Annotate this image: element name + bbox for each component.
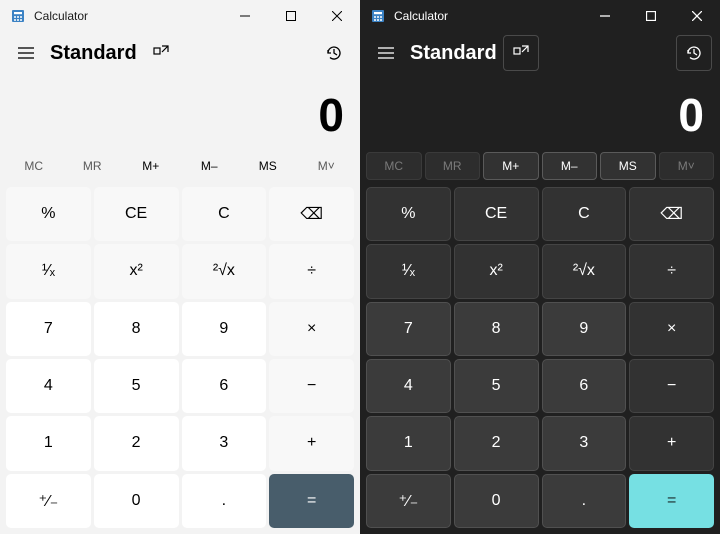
decimal-button[interactable]: . <box>182 474 267 528</box>
digit-0-button[interactable]: 0 <box>454 474 539 528</box>
reciprocal-button[interactable]: ¹∕ₓ <box>6 244 91 298</box>
negate-button[interactable]: ⁺∕₋ <box>6 474 91 528</box>
backspace-button[interactable]: ⌫ <box>269 187 354 241</box>
digit-2-button[interactable]: 2 <box>454 416 539 470</box>
memory-store-button[interactable]: MS <box>600 152 656 180</box>
digit-7-button[interactable]: 7 <box>6 302 91 356</box>
digit-1-button[interactable]: 1 <box>366 416 451 470</box>
square-button[interactable]: x² <box>94 244 179 298</box>
subtract-button[interactable]: − <box>629 359 714 413</box>
keypad: % CE C ⌫ ¹∕ₓ x² ²√x ÷ 7 8 9 × 4 5 6 − 1 … <box>360 184 720 534</box>
memory-store-button[interactable]: MS <box>240 152 296 180</box>
digit-6-button[interactable]: 6 <box>542 359 627 413</box>
equals-button[interactable]: = <box>629 474 714 528</box>
digit-8-button[interactable]: 8 <box>454 302 539 356</box>
decimal-button[interactable]: . <box>542 474 627 528</box>
memory-row: MC MR M+ M– MS M˅ <box>0 148 360 184</box>
digit-8-button[interactable]: 8 <box>94 302 179 356</box>
clear-entry-button[interactable]: CE <box>94 187 179 241</box>
divide-button[interactable]: ÷ <box>269 244 354 298</box>
square-root-button[interactable]: ²√x <box>542 244 627 298</box>
memory-subtract-button[interactable]: M– <box>542 152 598 180</box>
memory-row: MC MR M+ M– MS M˅ <box>360 148 720 184</box>
keypad: % CE C ⌫ ¹∕ₓ x² ²√x ÷ 7 8 9 × 4 5 6 − 1 … <box>0 184 360 534</box>
memory-clear-button[interactable]: MC <box>366 152 422 180</box>
digit-4-button[interactable]: 4 <box>6 359 91 413</box>
memory-recall-button[interactable]: MR <box>425 152 481 180</box>
calculator-window-dark: Calculator Standard 0 MC MR M+ M– MS M˅ … <box>360 0 720 534</box>
history-button[interactable] <box>676 35 712 71</box>
add-button[interactable]: + <box>629 416 714 470</box>
digit-4-button[interactable]: 4 <box>366 359 451 413</box>
digit-9-button[interactable]: 9 <box>182 302 267 356</box>
calculator-window-light: Calculator Standard 0 MC MR M+ M– MS M˅ … <box>0 0 360 534</box>
memory-dropdown-button[interactable]: M˅ <box>299 152 355 180</box>
minimize-button[interactable] <box>222 0 268 32</box>
result-display: 0 <box>360 74 720 148</box>
digit-7-button[interactable]: 7 <box>366 302 451 356</box>
mode-label: Standard <box>404 42 503 65</box>
header: Standard <box>360 32 720 74</box>
digit-9-button[interactable]: 9 <box>542 302 627 356</box>
multiply-button[interactable]: × <box>629 302 714 356</box>
close-button[interactable] <box>674 0 720 32</box>
memory-add-button[interactable]: M+ <box>483 152 539 180</box>
digit-5-button[interactable]: 5 <box>454 359 539 413</box>
digit-2-button[interactable]: 2 <box>94 416 179 470</box>
clear-entry-button[interactable]: CE <box>454 187 539 241</box>
window-title: Calculator <box>394 9 448 23</box>
clear-button[interactable]: C <box>542 187 627 241</box>
subtract-button[interactable]: − <box>269 359 354 413</box>
square-button[interactable]: x² <box>454 244 539 298</box>
digit-0-button[interactable]: 0 <box>94 474 179 528</box>
maximize-button[interactable] <box>268 0 314 32</box>
menu-button[interactable] <box>8 35 44 71</box>
memory-dropdown-button[interactable]: M˅ <box>659 152 715 180</box>
reciprocal-button[interactable]: ¹∕ₓ <box>366 244 451 298</box>
maximize-button[interactable] <box>628 0 674 32</box>
mode-label: Standard <box>44 42 143 65</box>
square-root-button[interactable]: ²√x <box>182 244 267 298</box>
titlebar: Calculator <box>0 0 360 32</box>
keep-on-top-button[interactable] <box>503 35 539 71</box>
percent-button[interactable]: % <box>6 187 91 241</box>
divide-button[interactable]: ÷ <box>629 244 714 298</box>
memory-add-button[interactable]: M+ <box>123 152 179 180</box>
minimize-button[interactable] <box>582 0 628 32</box>
window-title: Calculator <box>34 9 88 23</box>
calculator-app-icon <box>10 8 26 24</box>
equals-button[interactable]: = <box>269 474 354 528</box>
keep-on-top-button[interactable] <box>143 35 179 71</box>
digit-6-button[interactable]: 6 <box>182 359 267 413</box>
history-button[interactable] <box>316 35 352 71</box>
digit-5-button[interactable]: 5 <box>94 359 179 413</box>
percent-button[interactable]: % <box>366 187 451 241</box>
digit-1-button[interactable]: 1 <box>6 416 91 470</box>
memory-recall-button[interactable]: MR <box>65 152 121 180</box>
titlebar: Calculator <box>360 0 720 32</box>
backspace-button[interactable]: ⌫ <box>629 187 714 241</box>
digit-3-button[interactable]: 3 <box>542 416 627 470</box>
digit-3-button[interactable]: 3 <box>182 416 267 470</box>
add-button[interactable]: + <box>269 416 354 470</box>
multiply-button[interactable]: × <box>269 302 354 356</box>
result-display: 0 <box>0 74 360 148</box>
menu-button[interactable] <box>368 35 404 71</box>
calculator-app-icon <box>370 8 386 24</box>
header: Standard <box>0 32 360 74</box>
memory-subtract-button[interactable]: M– <box>182 152 238 180</box>
negate-button[interactable]: ⁺∕₋ <box>366 474 451 528</box>
close-button[interactable] <box>314 0 360 32</box>
clear-button[interactable]: C <box>182 187 267 241</box>
memory-clear-button[interactable]: MC <box>6 152 62 180</box>
